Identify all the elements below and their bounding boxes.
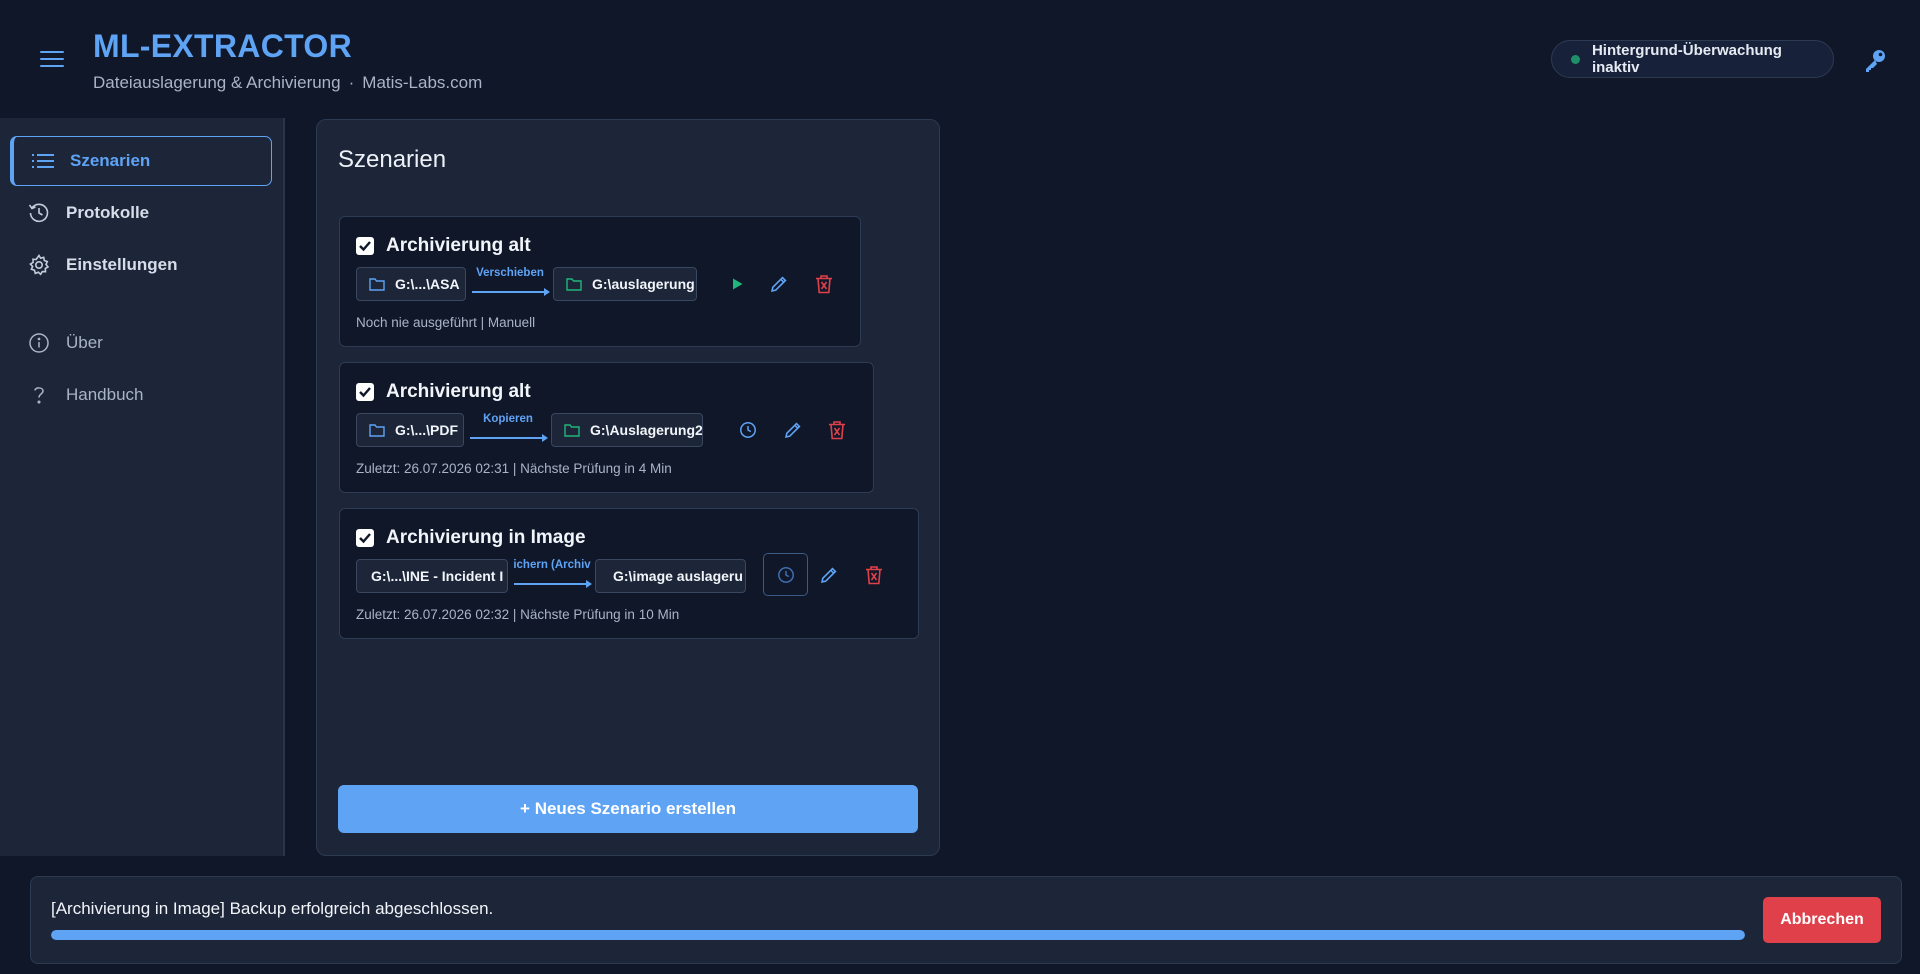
source-path-text: G:\...\ASA [395,276,460,292]
clock-icon[interactable] [737,419,759,441]
key-icon[interactable] [1862,48,1888,74]
site-link[interactable]: Matis-Labs.com [362,73,482,92]
sidebar-item-protokolle[interactable]: Protokolle [10,188,272,238]
trash-icon[interactable] [813,273,835,295]
app-title: ML-EXTRACTOR [93,28,352,64]
scenario-header: Archivierung alt [356,381,531,403]
scenario-name: Archivierung alt [386,235,531,256]
scenarios-panel: Szenarien Archivierung alt G:\...\ASA Ve… [316,119,940,856]
scenario-meta: Zuletzt: 26.07.2026 02:31 | Nächste Prüf… [356,461,672,476]
scenario-meta: Zuletzt: 26.07.2026 02:32 | Nächste Prüf… [356,607,680,622]
sidebar-item-handbuch[interactable]: Handbuch [10,370,272,420]
progress-panel: [Archivierung in Image] Backup erfolgrei… [30,876,1902,964]
sidebar-item-label: Einstellungen [66,255,178,274]
help-icon [28,384,50,406]
scenario-enabled-checkbox[interactable] [356,383,374,401]
target-path-chip[interactable]: G:\auslagerung [553,267,697,301]
gear-icon [28,254,50,276]
sidebar-item-szenarien[interactable]: Szenarien [10,136,272,186]
action-arrow: ichern (Archiv [512,559,592,593]
source-path-chip[interactable]: G:\...\ASA [356,267,466,301]
scenario-header: Archivierung alt [356,235,531,257]
target-path-text: G:\Auslagerung2 [590,422,703,438]
action-arrow: Kopieren [468,413,548,447]
action-label: Verschieben [476,267,544,279]
info-icon [28,332,50,354]
folder-icon [369,424,385,437]
scenario-card: Archivierung in Image G:\...\INE - Incid… [339,508,919,639]
app-subtitle: Dateiauslagerung & Archivierung · Matis-La… [93,73,482,93]
subtitle-separator: · [348,73,355,92]
status-dot-icon [1571,54,1580,64]
sidebar-item-ueber[interactable]: Über [10,318,272,368]
sidebar-item-label: Protokolle [66,203,150,222]
sidebar-item-label: Szenarien [70,151,151,170]
scenario-enabled-checkbox[interactable] [356,237,374,255]
source-path-text: G:\...\INE - Incident I [371,568,504,584]
action-arrow: Verschieben [470,267,550,301]
scenario-card: Archivierung alt G:\...\ASA Verschieben … [339,216,861,347]
target-path-chip[interactable]: G:\image auslageru [595,559,746,593]
scenario-name: Archivierung in Image [386,527,586,548]
folder-icon [564,424,580,437]
sidebar-item-einstellungen[interactable]: Einstellungen [10,240,272,290]
action-label: ichern (Archiv [513,559,591,571]
app-header: ML-EXTRACTOR Dateiauslagerung & Archivie… [0,0,1920,118]
target-path-text: G:\image auslageru [613,568,743,584]
folder-icon [369,278,385,291]
trash-icon[interactable] [863,564,885,586]
menu-icon[interactable] [40,51,64,67]
monitoring-status-text: Hintergrund-Überwachung inaktiv [1591,42,1782,76]
scenario-meta: Noch nie ausgeführt | Manuell [356,315,536,330]
list-icon [32,150,54,172]
new-scenario-button[interactable]: + Neues Szenario erstellen [338,785,918,833]
target-path-chip[interactable]: G:\Auslagerung2 [551,413,703,447]
sidebar-item-label: Über [66,333,103,352]
target-path-text: G:\auslagerung [592,276,695,292]
trash-icon[interactable] [826,419,848,441]
progress-message: [Archivierung in Image] Backup erfolgrei… [51,899,494,918]
scenario-enabled-checkbox[interactable] [356,529,374,547]
page-title: Szenarien [338,146,447,173]
clock-icon[interactable] [775,564,797,586]
subtitle-text: Dateiauslagerung & Archivierung [93,73,341,92]
scenario-card: Archivierung alt G:\...\PDF Kopieren G:\… [339,362,874,493]
sidebar: Szenarien Protokolle Einstellungen Über … [0,118,285,856]
action-label: Kopieren [483,413,533,425]
progress-bar [51,930,1745,940]
scenario-name: Archivierung alt [386,381,531,402]
cancel-button[interactable]: Abbrechen [1763,897,1881,943]
sidebar-item-label: Handbuch [66,385,144,404]
edit-icon[interactable] [818,564,840,586]
history-icon [28,202,50,224]
folder-icon [566,278,582,291]
scenario-header: Archivierung in Image [356,527,586,549]
source-path-chip[interactable]: G:\...\PDF [356,413,464,447]
progress-bar-fill [51,930,1745,940]
monitoring-status-badge[interactable]: Hintergrund-Überwachung inaktiv [1551,40,1834,78]
play-icon[interactable] [726,273,748,295]
source-path-chip[interactable]: G:\...\INE - Incident I [356,559,508,593]
source-path-text: G:\...\PDF [395,422,458,438]
edit-icon[interactable] [782,419,804,441]
edit-icon[interactable] [768,273,790,295]
